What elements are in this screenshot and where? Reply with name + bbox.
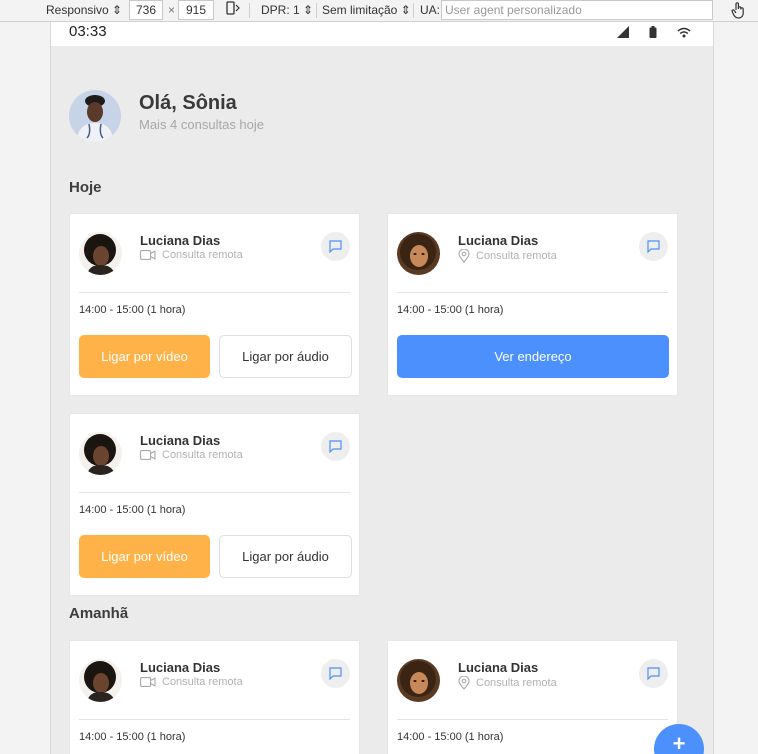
audio-call-button[interactable]: Ligar por áudio (219, 335, 352, 378)
consultation-type: Consulta remota (140, 249, 243, 261)
patient-name: Luciana Dias (140, 233, 221, 248)
patient-name: Luciana Dias (458, 233, 539, 248)
appointment-card: Luciana Dias Consulta remota 14:00 - 15:… (69, 213, 360, 396)
consultation-type: Consulta remota (140, 676, 243, 688)
updown-icon: ⇕ (112, 3, 123, 17)
phone-viewport: 03:33 Olá, Sônia Mais 4 consultas hoje H… (50, 22, 714, 754)
chat-button[interactable] (639, 232, 668, 261)
consultation-type-label: Consulta remota (162, 449, 243, 461)
device-select[interactable]: Responsivo ⇕ (46, 0, 122, 21)
appointment-time: 14:00 - 15:00 (1 hora) (397, 731, 504, 743)
audio-call-button[interactable]: Ligar por áudio (219, 535, 352, 578)
rotate-icon[interactable] (225, 0, 241, 21)
appointment-time: 14:00 - 15:00 (1 hora) (79, 731, 186, 743)
consultation-type-label: Consulta remota (162, 676, 243, 688)
battery-icon (649, 26, 657, 38)
throttle-label: Sem limitação (322, 3, 398, 17)
signal-icon (617, 26, 629, 38)
updown-icon: ⇕ (400, 3, 411, 17)
appointment-time: 14:00 - 15:00 (1 hora) (397, 304, 504, 316)
section-title-tomorrow: Amanhã (69, 605, 129, 622)
height-input[interactable]: 915 (178, 0, 214, 20)
ua-label: UA: (420, 3, 441, 17)
appointment-card: Luciana Dias Consulta remota 14:00 - 15:… (387, 213, 678, 396)
chat-icon (329, 440, 342, 453)
patient-name: Luciana Dias (140, 433, 221, 448)
video-camera-icon (140, 677, 156, 687)
consultation-type: Consulta remota (140, 449, 243, 461)
consultation-type-label: Consulta remota (476, 250, 557, 262)
chat-button[interactable] (639, 659, 668, 688)
video-call-button[interactable]: Ligar por vídeo (79, 535, 210, 578)
divider (79, 292, 350, 293)
consultation-type-label: Consulta remota (476, 677, 557, 689)
status-time: 03:33 (69, 23, 107, 40)
chat-icon (329, 667, 342, 680)
location-pin-icon (458, 676, 470, 690)
wifi-icon (677, 27, 691, 37)
chat-button[interactable] (321, 432, 350, 461)
plus-icon: + (672, 731, 686, 754)
patient-avatar[interactable] (397, 659, 440, 702)
consultation-type: Consulta remota (458, 249, 557, 263)
chat-icon (647, 240, 660, 253)
view-address-button[interactable]: Ver endereço (397, 335, 669, 378)
divider (397, 292, 668, 293)
user-agent-input[interactable]: User agent personalizado (441, 0, 713, 20)
video-camera-icon (140, 250, 156, 260)
consultation-type: Consulta remota (458, 676, 557, 690)
dpr-label: DPR: 1 (261, 3, 300, 17)
throttle-select[interactable]: Sem limitação ⇕ (322, 0, 411, 21)
chat-icon (329, 240, 342, 253)
patient-name: Luciana Dias (458, 660, 539, 675)
consultation-type-label: Consulta remota (162, 249, 243, 261)
location-pin-icon (458, 249, 470, 263)
appointment-time: 14:00 - 15:00 (1 hora) (79, 304, 186, 316)
patient-avatar[interactable] (79, 659, 122, 702)
chat-button[interactable] (321, 232, 350, 261)
appointment-time: 14:00 - 15:00 (1 hora) (79, 504, 186, 516)
greeting-subtitle: Mais 4 consultas hoje (139, 117, 265, 132)
chat-icon (647, 667, 660, 680)
status-bar: 03:33 (51, 22, 713, 46)
appointment-card: Luciana Dias Consulta remota 14:00 - 15:… (387, 640, 678, 754)
video-camera-icon (140, 450, 156, 460)
device-label: Responsivo (46, 3, 109, 17)
patient-avatar[interactable] (79, 432, 122, 475)
touch-icon[interactable] (730, 1, 746, 22)
patient-avatar[interactable] (397, 232, 440, 275)
devtools-toolbar: Responsivo ⇕ 736 × 915 DPR: 1 ⇕ Sem limi… (0, 0, 758, 22)
divider (79, 492, 350, 493)
dpr-select[interactable]: DPR: 1 ⇕ (261, 0, 313, 21)
width-input[interactable]: 736 (129, 0, 163, 20)
patient-avatar[interactable] (79, 232, 122, 275)
greeting-title: Olá, Sônia (139, 92, 237, 114)
patient-name: Luciana Dias (140, 660, 221, 675)
appointment-card: Luciana Dias Consulta remota 14:00 - 15:… (69, 413, 360, 596)
appointment-card: Luciana Dias Consulta remota 14:00 - 15:… (69, 640, 360, 754)
doctor-avatar[interactable] (69, 90, 121, 142)
video-call-button[interactable]: Ligar por vídeo (79, 335, 210, 378)
divider (397, 719, 668, 720)
divider (79, 719, 350, 720)
times-sign: × (168, 3, 176, 17)
section-title-today: Hoje (69, 179, 102, 196)
updown-icon: ⇕ (303, 3, 314, 17)
chat-button[interactable] (321, 659, 350, 688)
